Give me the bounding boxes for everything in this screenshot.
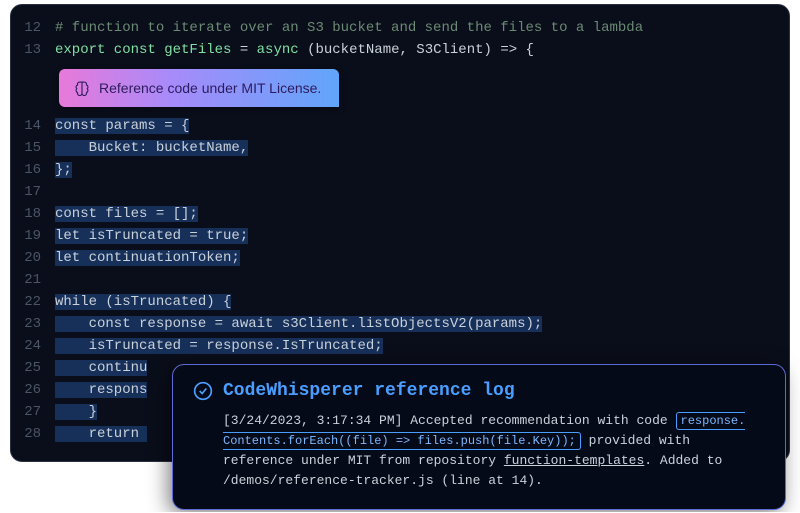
line-number: 20 (11, 247, 55, 269)
log-body: [3/24/2023, 3:17:34 PM] Accepted recomme… (193, 411, 765, 491)
code-line: 12 # function to iterate over an S3 buck… (11, 17, 789, 39)
code-text: Bucket: bucketName, (55, 137, 789, 159)
log-title: CodeWhisperer reference log (223, 381, 515, 401)
code-line: 24 isTruncated = response.IsTruncated; (11, 335, 789, 357)
line-number: 18 (11, 203, 55, 225)
line-number: 12 (11, 17, 55, 39)
line-number: 19 (11, 225, 55, 247)
code-comment: # function to iterate over an S3 bucket … (55, 17, 789, 39)
code-line: 20let continuationToken; (11, 247, 789, 269)
brain-icon (73, 79, 91, 97)
line-number: 25 (11, 357, 55, 379)
license-banner[interactable]: Reference code under MIT License. (59, 69, 339, 107)
log-pretext: Accepted recommendation with code (410, 413, 667, 428)
check-circle-icon (193, 381, 213, 401)
line-number: 26 (11, 379, 55, 401)
code-line: 17 (11, 181, 789, 203)
line-number: 23 (11, 313, 55, 335)
line-number: 22 (11, 291, 55, 313)
line-number: 17 (11, 181, 55, 203)
code-text: while (isTruncated) { (55, 291, 789, 313)
code-text: const response = await s3Client.listObje… (55, 313, 789, 335)
code-line: 19let isTruncated = true; (11, 225, 789, 247)
code-text: let isTruncated = true; (55, 225, 789, 247)
code-text: isTruncated = response.IsTruncated; (55, 335, 789, 357)
code-text: }; (55, 159, 789, 181)
code-line: 18const files = []; (11, 203, 789, 225)
line-number: 14 (11, 115, 55, 137)
line-number: 21 (11, 269, 55, 291)
reference-log-panel: CodeWhisperer reference log [3/24/2023, … (172, 364, 786, 510)
code-line: 13 export const getFiles = async (bucket… (11, 39, 789, 61)
log-header: CodeWhisperer reference log (193, 381, 765, 401)
code-text: const params = { (55, 115, 789, 137)
code-line: 22while (isTruncated) { (11, 291, 789, 313)
line-number: 28 (11, 423, 55, 445)
line-number: 24 (11, 335, 55, 357)
line-number: 15 (11, 137, 55, 159)
code-line: 14const params = { (11, 115, 789, 137)
line-number: 27 (11, 401, 55, 423)
code-line: 15 Bucket: bucketName, (11, 137, 789, 159)
code-line: 23 const response = await s3Client.listO… (11, 313, 789, 335)
code-line: 16}; (11, 159, 789, 181)
log-repo-link[interactable]: function-templates (504, 453, 644, 468)
line-number: 13 (11, 39, 55, 61)
code-text: const files = []; (55, 203, 789, 225)
code-line: 21 (11, 269, 789, 291)
code-text: let continuationToken; (55, 247, 789, 269)
line-number: 16 (11, 159, 55, 181)
code-export: export const getFiles = async (bucketNam… (55, 39, 789, 61)
log-timestamp: [3/24/2023, 3:17:34 PM] (223, 413, 402, 428)
banner-text: Reference code under MIT License. (99, 80, 321, 96)
